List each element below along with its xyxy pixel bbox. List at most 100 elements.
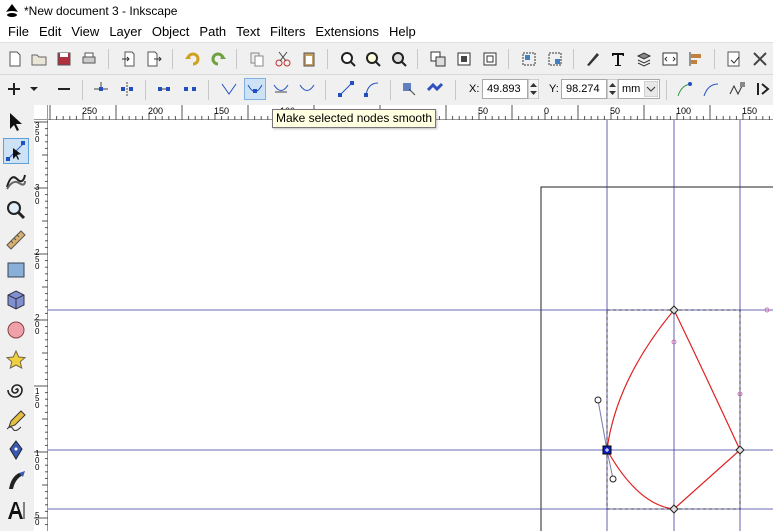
delete-segment-button[interactable] bbox=[179, 78, 201, 100]
node-symmetric-button[interactable] bbox=[270, 78, 292, 100]
vertical-ruler[interactable]: 350 300 250 200 150 100 50 bbox=[34, 120, 48, 531]
layers-button[interactable] bbox=[633, 48, 655, 70]
more-controls-button[interactable] bbox=[754, 78, 772, 100]
xml-editor-button[interactable] bbox=[659, 48, 681, 70]
separator bbox=[236, 49, 237, 69]
segment-curve-button[interactable] bbox=[361, 78, 383, 100]
clone-button[interactable] bbox=[453, 48, 475, 70]
open-button[interactable] bbox=[28, 48, 50, 70]
fill-stroke-button[interactable] bbox=[582, 48, 604, 70]
import-icon bbox=[122, 51, 135, 67]
ellipse-tool[interactable] bbox=[3, 317, 29, 343]
preferences-button[interactable] bbox=[749, 48, 771, 70]
ungroup-button[interactable] bbox=[544, 48, 566, 70]
insert-node-dropdown[interactable] bbox=[27, 78, 41, 100]
node-editor-tool[interactable] bbox=[3, 138, 29, 164]
pencil-tool[interactable] bbox=[3, 407, 29, 433]
rectangle-icon bbox=[7, 262, 25, 278]
node-auto-smooth-button[interactable] bbox=[296, 78, 318, 100]
node-cusp-button[interactable] bbox=[218, 78, 240, 100]
document-properties-button[interactable] bbox=[723, 48, 745, 70]
menu-view[interactable]: View bbox=[66, 22, 104, 42]
menu-layer[interactable]: Layer bbox=[104, 22, 147, 42]
menu-extensions[interactable]: Extensions bbox=[310, 22, 384, 42]
unlink-clone-button[interactable] bbox=[479, 48, 501, 70]
copy-button[interactable] bbox=[246, 48, 268, 70]
new-document-icon bbox=[9, 51, 21, 67]
paste-button[interactable] bbox=[298, 48, 320, 70]
commands-toolbar bbox=[0, 42, 773, 75]
unit-select[interactable]: mm bbox=[618, 79, 660, 99]
zoom-selection-icon bbox=[341, 52, 356, 67]
selector-tool[interactable] bbox=[3, 109, 29, 135]
menu-help[interactable]: Help bbox=[384, 22, 421, 42]
menu-edit[interactable]: Edit bbox=[34, 22, 66, 42]
segment-line-icon bbox=[338, 81, 354, 97]
y-spin-arrows-icon[interactable] bbox=[607, 79, 618, 99]
zoom-page-button[interactable] bbox=[388, 48, 410, 70]
pen-tool[interactable] bbox=[3, 437, 29, 463]
hruler-label: 50 bbox=[610, 106, 621, 116]
break-path-button[interactable] bbox=[116, 78, 138, 100]
show-handles-button[interactable] bbox=[674, 78, 696, 100]
delete-node-button[interactable] bbox=[53, 78, 75, 100]
tweak-tool[interactable] bbox=[3, 167, 29, 193]
undo-button[interactable] bbox=[182, 48, 204, 70]
node-handle[interactable] bbox=[609, 475, 617, 483]
path-effects-icon bbox=[729, 82, 745, 96]
node-smooth-button[interactable] bbox=[244, 78, 266, 100]
menu-path[interactable]: Path bbox=[194, 22, 231, 42]
object-to-path-button[interactable] bbox=[398, 78, 420, 100]
pen-icon bbox=[9, 440, 23, 460]
node-handle-line bbox=[597, 399, 608, 451]
print-button[interactable] bbox=[78, 48, 100, 70]
toolbox bbox=[0, 105, 34, 531]
tooltip: Make selected nodes smooth bbox=[272, 109, 437, 128]
text-font-icon bbox=[612, 53, 624, 66]
hruler-label: 0 bbox=[544, 106, 550, 116]
stroke-to-path-button[interactable] bbox=[424, 78, 446, 100]
segment-line-button[interactable] bbox=[335, 78, 357, 100]
new-document-button[interactable] bbox=[4, 48, 26, 70]
drawing-canvas[interactable] bbox=[48, 120, 773, 531]
rectangle-tool[interactable] bbox=[3, 257, 29, 283]
star-tool[interactable] bbox=[3, 347, 29, 373]
menu-file[interactable]: File bbox=[0, 22, 34, 42]
node-handle[interactable] bbox=[594, 396, 602, 404]
separator bbox=[714, 49, 715, 69]
spiral-tool[interactable] bbox=[3, 377, 29, 403]
join-segment-button[interactable] bbox=[153, 78, 175, 100]
save-button[interactable] bbox=[53, 48, 75, 70]
selector-icon bbox=[10, 113, 22, 131]
text-tool[interactable] bbox=[3, 497, 29, 523]
x-spin-arrows-icon[interactable] bbox=[528, 79, 539, 99]
page-border bbox=[540, 186, 773, 531]
calligraphy-tool[interactable] bbox=[3, 467, 29, 493]
show-path-effects-button[interactable] bbox=[726, 78, 748, 100]
menu-object[interactable]: Object bbox=[147, 22, 195, 42]
separator bbox=[327, 49, 328, 69]
insert-node-button[interactable] bbox=[3, 78, 25, 100]
vruler-label: 300 bbox=[35, 183, 40, 206]
cut-button[interactable] bbox=[272, 48, 294, 70]
zoom-selection-button[interactable] bbox=[337, 48, 359, 70]
3d-box-tool[interactable] bbox=[3, 287, 29, 313]
show-outline-button[interactable] bbox=[700, 78, 722, 100]
menu-text[interactable]: Text bbox=[231, 22, 265, 42]
x-coordinate-input[interactable]: 49.893 bbox=[482, 79, 528, 99]
group-button[interactable] bbox=[518, 48, 540, 70]
y-coordinate-input[interactable]: 98.274 bbox=[561, 79, 607, 99]
separator bbox=[573, 49, 574, 69]
export-button[interactable] bbox=[143, 48, 165, 70]
zoom-drawing-button[interactable] bbox=[362, 48, 384, 70]
zoom-tool[interactable] bbox=[3, 197, 29, 223]
measure-tool[interactable] bbox=[3, 227, 29, 253]
menu-filters[interactable]: Filters bbox=[265, 22, 310, 42]
import-button[interactable] bbox=[118, 48, 140, 70]
node-editor-icon bbox=[6, 141, 25, 161]
text-font-button[interactable] bbox=[607, 48, 629, 70]
redo-button[interactable] bbox=[207, 48, 229, 70]
align-distribute-button[interactable] bbox=[685, 48, 707, 70]
duplicate-button[interactable] bbox=[427, 48, 449, 70]
join-nodes-button[interactable] bbox=[90, 78, 112, 100]
